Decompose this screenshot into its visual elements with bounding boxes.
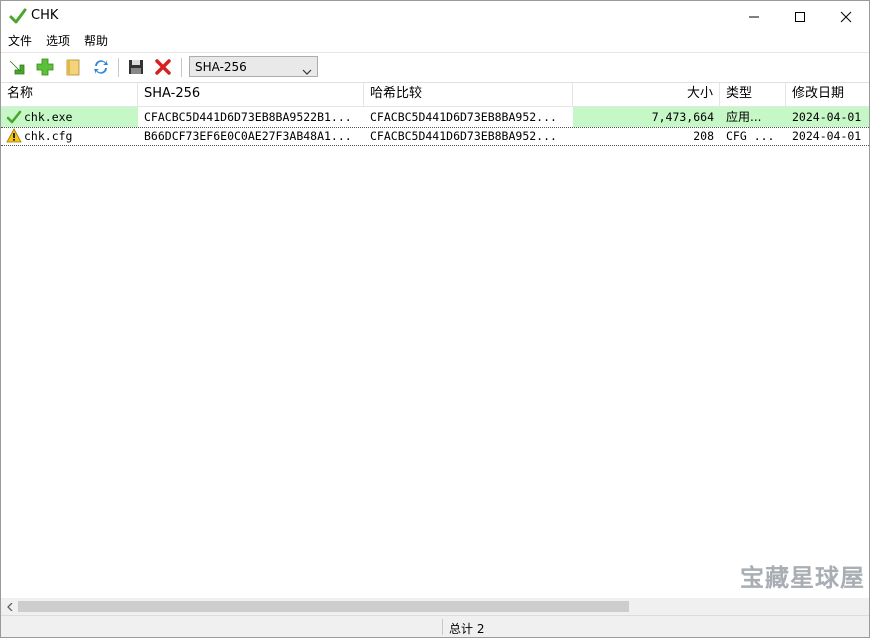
cell-compare: CFACBC5D441D6D73EB8BA952... [364, 107, 573, 127]
cell-date: 2024-04-01 [792, 129, 862, 143]
status-total: 总计 2 [449, 622, 485, 636]
title-bar: CHK [1, 1, 869, 32]
cell-size: 208 [693, 129, 714, 143]
delete-button[interactable] [152, 56, 174, 78]
app-window: CHK 文件 选项 帮助 SHA-256 名称 SHA-256 哈希比较 大小 … [0, 0, 870, 638]
column-header-row: 名称 SHA-256 哈希比较 大小 类型 修改日期 [1, 83, 869, 107]
column-header-sha[interactable]: SHA-256 [138, 83, 364, 106]
cell-type: 应用... [726, 110, 762, 124]
menu-file[interactable]: 文件 [1, 32, 39, 51]
maximize-button[interactable] [777, 1, 823, 32]
hash-algorithm-value: SHA-256 [195, 60, 247, 74]
watermark-logo: 宝藏星球屋 [740, 564, 865, 592]
toolbar: SHA-256 [1, 52, 869, 82]
close-button[interactable] [823, 1, 869, 32]
x-icon [155, 59, 171, 75]
table-row[interactable]: chk.cfg B66DCF73EF6E0C0AE27F3AB48A1... C… [1, 127, 869, 146]
toolbar-separator [181, 58, 182, 77]
column-header-name[interactable]: 名称 [1, 83, 138, 106]
horizontal-scrollbar[interactable] [1, 598, 869, 615]
minimize-button[interactable] [731, 1, 777, 32]
window-title: CHK [31, 8, 59, 23]
menu-help[interactable]: 帮助 [77, 32, 115, 51]
plus-icon [36, 58, 54, 76]
cell-sha: B66DCF73EF6E0C0AE27F3AB48A1... [144, 129, 352, 143]
arrow-in-icon [9, 60, 25, 75]
status-separator [442, 619, 443, 635]
file-list[interactable]: 名称 SHA-256 哈希比较 大小 类型 修改日期 chk.exe CFACB… [1, 82, 869, 599]
cell-type: CFG ... [726, 129, 775, 143]
save-button[interactable] [125, 56, 147, 78]
floppy-icon [129, 60, 143, 74]
hash-algorithm-select[interactable]: SHA-256 [189, 56, 318, 77]
toolbar-separator [118, 58, 119, 77]
column-header-size[interactable]: 大小 [573, 83, 720, 106]
column-header-type[interactable]: 类型 [720, 83, 786, 106]
book-icon [66, 59, 80, 76]
cell-name: chk.exe [24, 110, 73, 124]
open-folder-button[interactable] [62, 56, 84, 78]
refresh-button[interactable] [90, 56, 112, 78]
refresh-icon [94, 60, 108, 74]
chevron-left-icon [6, 602, 12, 611]
add-button[interactable] [34, 56, 56, 78]
menu-options[interactable]: 选项 [39, 32, 77, 51]
scroll-left-button[interactable] [1, 598, 18, 615]
open-file-button[interactable] [7, 56, 29, 78]
column-header-compare[interactable]: 哈希比较 [364, 83, 573, 106]
cell-size: 7,473,664 [651, 110, 714, 124]
cell-name: chk.cfg [24, 129, 73, 143]
menu-bar: 文件 选项 帮助 [1, 32, 869, 51]
scrollbar-thumb[interactable] [18, 601, 629, 612]
column-header-date[interactable]: 修改日期 [786, 83, 869, 106]
cell-compare: CFACBC5D441D6D73EB8BA952... [370, 129, 557, 143]
check-icon [9, 7, 27, 25]
cell-sha: CFACBC5D441D6D73EB8BA9522B1... [138, 107, 364, 127]
cell-date: 2024-04-01 [792, 110, 862, 124]
table-row[interactable]: chk.exe CFACBC5D441D6D73EB8BA9522B1... C… [1, 107, 869, 127]
chevron-down-icon [302, 64, 312, 78]
status-bar: 总计 2 [1, 615, 869, 637]
